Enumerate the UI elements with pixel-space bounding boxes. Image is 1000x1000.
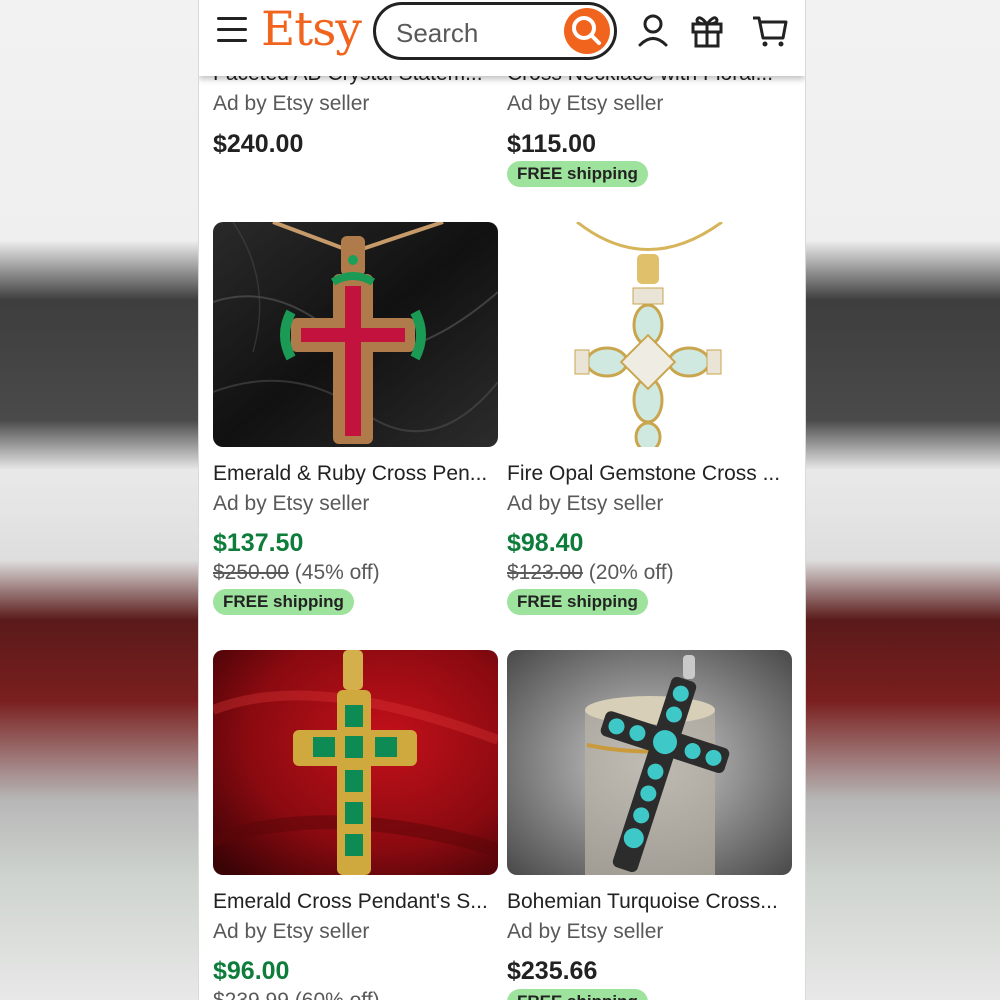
product-image[interactable] bbox=[213, 222, 498, 447]
seller-label: Ad by Etsy seller bbox=[213, 92, 370, 115]
discount-label: (45% off) bbox=[294, 561, 380, 584]
original-price: $239.99 bbox=[213, 989, 289, 1000]
seller-label: Ad by Etsy seller bbox=[507, 92, 664, 115]
discount-label: (20% off) bbox=[588, 561, 674, 584]
free-shipping-badge: FREE shipping bbox=[213, 589, 354, 615]
top-header: Etsy bbox=[199, 0, 805, 76]
original-price-row: $123.00 (20% off) bbox=[507, 561, 674, 585]
seller-label: Ad by Etsy seller bbox=[507, 920, 664, 943]
search-bar bbox=[373, 2, 617, 60]
product-image[interactable] bbox=[507, 650, 792, 875]
cart-icon[interactable] bbox=[751, 12, 788, 48]
seller-label: Ad by Etsy seller bbox=[213, 920, 370, 943]
seller-label: Ad by Etsy seller bbox=[507, 492, 664, 515]
search-button[interactable] bbox=[564, 8, 610, 54]
product-price: $235.66 bbox=[507, 957, 598, 985]
sale-price: $96.00 bbox=[213, 957, 290, 985]
free-shipping-badge: FREE shipping bbox=[507, 161, 648, 187]
product-price: $240.00 bbox=[213, 130, 304, 158]
product-title[interactable]: Bohemian Turquoise Cross... bbox=[507, 890, 792, 914]
free-shipping-badge: FREE shipping bbox=[507, 989, 648, 1000]
sale-price: $98.40 bbox=[507, 529, 584, 557]
sale-price: $137.50 bbox=[213, 529, 304, 557]
original-price: $123.00 bbox=[507, 561, 583, 584]
original-price-row: $250.00 (45% off) bbox=[213, 561, 380, 585]
search-icon bbox=[572, 16, 601, 45]
hamburger-menu-icon[interactable] bbox=[217, 17, 247, 43]
free-shipping-badge: FREE shipping bbox=[507, 589, 648, 615]
product-title[interactable]: Fire Opal Gemstone Cross ... bbox=[507, 462, 792, 486]
etsy-mobile-screen: Faceted AB Crystal Statem... Ad by Etsy … bbox=[198, 0, 806, 1000]
original-price-row: $239.99 (60% off) bbox=[213, 989, 380, 1000]
search-input[interactable] bbox=[394, 15, 558, 51]
product-title[interactable]: Emerald & Ruby Cross Pen... bbox=[213, 462, 498, 486]
product-title[interactable]: Emerald Cross Pendant's S... bbox=[213, 890, 498, 914]
gift-icon[interactable] bbox=[689, 12, 725, 48]
account-icon[interactable] bbox=[635, 12, 671, 48]
original-price: $250.00 bbox=[213, 561, 289, 584]
discount-label: (60% off) bbox=[295, 989, 380, 1000]
product-image[interactable] bbox=[507, 222, 792, 447]
etsy-logo[interactable]: Etsy bbox=[261, 2, 362, 57]
product-image[interactable] bbox=[213, 650, 498, 875]
product-price: $115.00 bbox=[507, 130, 596, 158]
seller-label: Ad by Etsy seller bbox=[213, 492, 370, 515]
